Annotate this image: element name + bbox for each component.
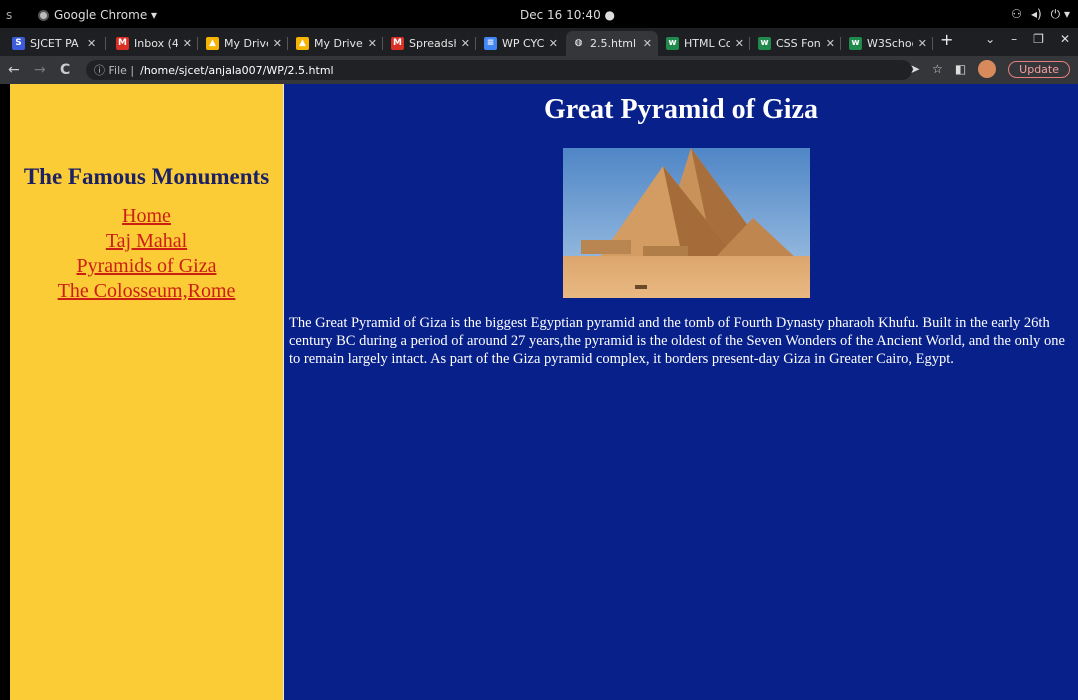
back-icon[interactable]: ← [8,62,20,78]
tab-close-icon[interactable]: ✕ [273,37,282,50]
reload-icon[interactable]: C [60,62,70,78]
power-icon[interactable]: ⏻ ▾ [1051,7,1070,22]
tab-close-icon[interactable]: ✕ [735,37,744,50]
tab-title: SJCET PA [30,37,79,50]
tab-close-icon[interactable]: ✕ [183,37,192,50]
description-paragraph: The Great Pyramid of Giza is the biggest… [289,315,1065,367]
pyramid-image [563,148,810,298]
main-content: Great Pyramid of Giza The Great Pyramid … [284,84,1078,700]
browser-tab[interactable]: w W3Schoo ✕ [843,31,933,56]
site-info-icon[interactable]: ⓘ File | [94,62,134,78]
tab-close-icon[interactable]: ✕ [826,37,835,50]
tab-title: 2.5.html [590,37,637,50]
tab-favicon-icon: M [391,37,404,50]
browser-tab[interactable]: M Inbox (41 ✕ [110,31,198,56]
tab-favicon-icon: ▲ [296,37,309,50]
tab-title: CSS Font [776,37,821,50]
browser-tab[interactable]: w CSS Font ✕ [752,31,841,56]
nav-link-pyramids[interactable]: Pyramids of Giza [10,254,283,279]
tab-close-icon[interactable]: ✕ [549,37,558,50]
new-tab-button[interactable]: + [940,30,953,49]
chrome-icon [38,9,49,21]
tab-separator [287,37,288,50]
sidebar: The Famous Monuments Home Taj Mahal Pyra… [10,84,283,700]
forward-icon[interactable]: → [34,62,46,78]
browser-tab[interactable]: M Spreadsh ✕ [385,31,476,56]
tab-favicon-icon: S [12,37,25,50]
tab-separator [840,37,841,50]
app-menu[interactable]: Google Chrome ▾ [38,8,157,22]
address-bar: ← → C ⓘ File | /home/sjcet/anjala007/WP/… [0,56,1078,84]
tab-title: WP CYCLI [502,37,544,50]
web-page: The Famous Monuments Home Taj Mahal Pyra… [10,84,1078,700]
app-menu-label: Google Chrome ▾ [54,8,158,22]
bookmark-star-icon[interactable]: ☆ [932,62,943,76]
nav-link-taj-mahal[interactable]: Taj Mahal [10,229,283,254]
activities-fragment: s [6,8,13,22]
tab-title: My Drive [224,37,268,50]
profile-avatar[interactable] [978,60,997,78]
nav-link-colosseum[interactable]: The Colosseum,Rome [10,279,283,304]
tab-close-icon[interactable]: ✕ [461,37,470,50]
tab-favicon-icon: ◍ [572,37,585,50]
browser-tab[interactable]: w HTML Col ✕ [660,31,750,56]
tab-favicon-icon: M [116,37,129,50]
system-top-bar: s Google Chrome ▾ Dec 16 10:40 ● ⚇ ◂) ⏻ … [0,0,1078,28]
clock[interactable]: Dec 16 10:40 ● [520,8,615,22]
tab-title: Inbox (41 [134,37,178,50]
tab-title: W3Schoo [867,37,913,50]
tab-separator [749,37,750,50]
browser-tab[interactable]: ◍ 2.5.html ✕ [566,31,658,56]
close-window-icon[interactable]: ✕ [1060,32,1070,46]
browser-tab[interactable]: S SJCET PA ✕ [6,31,106,56]
tab-favicon-icon: w [758,37,771,50]
share-icon[interactable]: ➤ [910,62,920,76]
page-title: Great Pyramid of Giza [544,94,818,125]
tab-close-icon[interactable]: ✕ [643,37,652,50]
url-text: /home/sjcet/anjala007/WP/2.5.html [140,63,334,77]
tab-separator [932,37,933,50]
window-controls: ⌄ – ❐ ✕ [985,32,1070,46]
volume-icon[interactable]: ◂) [1031,7,1042,22]
network-icon[interactable]: ⚇ [1011,7,1022,22]
tab-title: Spreadsh [409,37,456,50]
tab-favicon-icon: w [666,37,679,50]
side-panel-icon[interactable]: ◧ [955,62,966,76]
tab-close-icon[interactable]: ✕ [87,37,96,50]
browser-tab[interactable]: ▲ My Drive ✕ [290,31,383,56]
tab-search-icon[interactable]: ⌄ [985,32,995,46]
tab-title: HTML Col [684,37,730,50]
tab-strip: S SJCET PA ✕ M Inbox (41 ✕ ▲ My Drive ✕ ▲ My Drive… [0,28,1078,56]
tab-close-icon[interactable]: ✕ [368,37,377,50]
tab-favicon-icon: w [849,37,862,50]
tab-close-icon[interactable]: ✕ [918,37,927,50]
sidebar-nav: Home Taj Mahal Pyramids of Giza The Colo… [10,204,283,304]
browser-tab[interactable]: ▲ My Drive ✕ [200,31,288,56]
system-tray[interactable]: ⚇ ◂) ⏻ ▾ [1011,7,1070,22]
restore-icon[interactable]: ❐ [1033,32,1044,46]
tab-separator [382,37,383,50]
tab-favicon-icon: ▲ [206,37,219,50]
tab-separator [475,37,476,50]
nav-link-home[interactable]: Home [10,204,283,229]
minimize-icon[interactable]: – [1011,32,1017,46]
url-field[interactable]: ⓘ File | /home/sjcet/anjala007/WP/2.5.ht… [86,60,912,80]
tab-separator [105,37,106,50]
update-button[interactable]: Update [1008,60,1070,78]
browser-tab[interactable]: ≡ WP CYCLI ✕ [478,31,564,56]
tab-title: My Drive [314,37,363,50]
sidebar-title: The Famous Monuments [23,164,270,189]
tab-favicon-icon: ≡ [484,37,497,50]
tab-separator [197,37,198,50]
